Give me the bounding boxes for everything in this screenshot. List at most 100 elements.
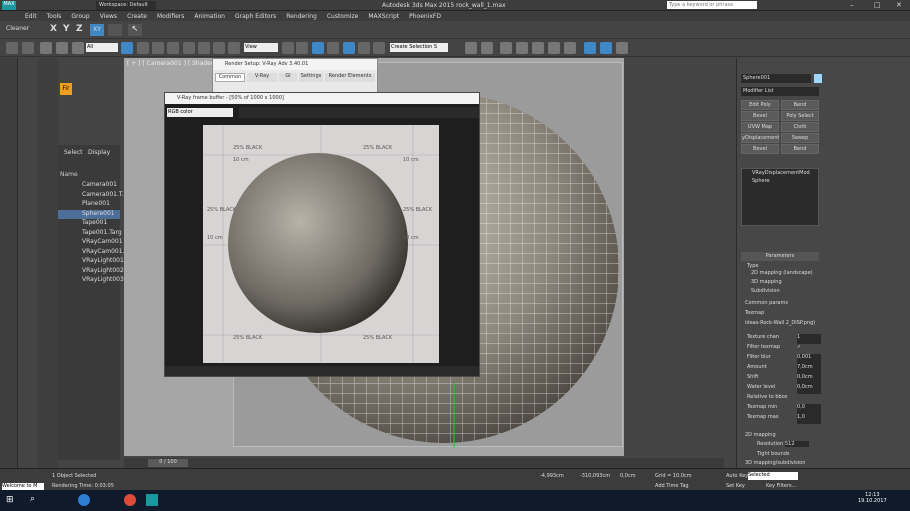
percent-snap-icon[interactable]: [358, 42, 370, 54]
menu-create[interactable]: Create: [122, 13, 152, 20]
app-logo[interactable]: MAX: [2, 1, 16, 10]
list-item[interactable]: Plane001: [58, 200, 120, 210]
modifier-button[interactable]: Bend: [781, 144, 819, 154]
list-item[interactable]: VRayCam001...: [58, 248, 128, 258]
auto-key-button[interactable]: Auto Key: [726, 473, 748, 479]
name-column-header[interactable]: Name: [60, 171, 78, 178]
y-coord[interactable]: -310,093cm: [580, 473, 610, 479]
menu-phoenixfd[interactable]: PhoenixFD: [404, 13, 446, 20]
param-value[interactable]: ✓: [797, 344, 821, 354]
axis-x-button[interactable]: X: [50, 24, 57, 34]
list-item[interactable]: Tape001: [58, 219, 120, 229]
type-option[interactable]: 3D mapping: [751, 279, 782, 285]
named-selection-dropdown[interactable]: Create Selection S: [390, 43, 448, 52]
param-value[interactable]: 0,0: [797, 404, 821, 414]
key-filters-button[interactable]: Key Filters...: [766, 483, 796, 489]
tab-gi[interactable]: GI: [279, 73, 297, 82]
ribbon-icon[interactable]: [516, 42, 528, 54]
resolution-value[interactable]: 512: [785, 441, 809, 447]
param-value[interactable]: 0,0cm: [797, 384, 821, 394]
modifier-button[interactable]: Sweep: [781, 133, 819, 143]
type-option[interactable]: 2D mapping (landscape): [751, 270, 813, 276]
param-value[interactable]: 7,0cm: [797, 364, 821, 374]
rendered-frame-icon[interactable]: [600, 42, 612, 54]
mirror-icon[interactable]: [465, 42, 477, 54]
bind-icon[interactable]: [72, 42, 84, 54]
vray-frame-buffer[interactable]: V-Ray frame buffer - [50% of 1000 x 1000…: [164, 92, 480, 377]
search-icon[interactable]: ⌕: [30, 494, 35, 504]
time-slider[interactable]: 0 / 100: [148, 459, 188, 467]
list-item[interactable]: Camera001: [58, 181, 120, 191]
modifier-button[interactable]: Bevel: [741, 111, 779, 121]
list-item-selected[interactable]: Sphere001: [58, 209, 120, 219]
param-value[interactable]: 1,0: [797, 414, 821, 424]
tab-common[interactable]: Common: [215, 73, 245, 82]
parameters-rollout[interactable]: Parameters: [741, 252, 819, 261]
render-teapot-icon[interactable]: [616, 42, 628, 54]
tab-settings[interactable]: Settings: [299, 73, 323, 82]
undo-icon[interactable]: [6, 42, 18, 54]
angle-snap-icon[interactable]: [343, 42, 355, 54]
rotate-icon[interactable]: [198, 42, 210, 54]
menu-modifiers[interactable]: Modifiers: [152, 13, 189, 20]
maximize-icon[interactable]: □: [874, 1, 881, 9]
3dsmax-taskbar-icon[interactable]: [146, 494, 158, 506]
param-value[interactable]: [797, 394, 821, 404]
windows-start-icon[interactable]: ⊞: [6, 495, 16, 505]
cursor-icon[interactable]: ↖: [128, 24, 142, 36]
list-item[interactable]: Tape001.Targ: [58, 229, 122, 239]
object-color-swatch[interactable]: [814, 74, 822, 83]
axis-z-button[interactable]: Z: [76, 24, 83, 34]
tab-vray[interactable]: V-Ray: [247, 73, 277, 82]
set-key-button[interactable]: Set Key: [726, 483, 745, 489]
list-item[interactable]: VRayLight001: [58, 257, 124, 267]
menu-customize[interactable]: Customize: [322, 13, 364, 20]
spinner-snap-icon[interactable]: [373, 42, 385, 54]
unlink-icon[interactable]: [56, 42, 68, 54]
pivot-icon[interactable]: [282, 42, 294, 54]
list-item[interactable]: VRayCam001: [58, 238, 123, 248]
snap-icon[interactable]: [327, 42, 339, 54]
render-setup-window[interactable]: Render Setup: V-Ray Adv 3.40.01 Common V…: [212, 58, 378, 94]
texmap-button[interactable]: ideas-Rock-Wall 2_DISP.png): [745, 320, 819, 326]
constraint-button[interactable]: [108, 24, 122, 36]
curve-editor-icon[interactable]: [532, 42, 544, 54]
list-item[interactable]: Camera001.T...: [58, 191, 128, 201]
tab-render-elements[interactable]: Render Elements: [325, 73, 375, 82]
place-icon[interactable]: [228, 42, 240, 54]
object-name-field[interactable]: Sphere001: [741, 74, 811, 83]
menu-tools[interactable]: Tools: [42, 13, 67, 20]
phoenix-fd-icon[interactable]: Fir: [60, 83, 72, 95]
window-crossing-icon[interactable]: [167, 42, 179, 54]
modifier-button[interactable]: Bend: [781, 100, 819, 110]
scale-icon[interactable]: [213, 42, 225, 54]
select-by-name-icon[interactable]: [137, 42, 149, 54]
move-icon[interactable]: [183, 42, 195, 54]
modifier-button[interactable]: Bevel: [741, 144, 779, 154]
param-value[interactable]: 1: [797, 334, 821, 344]
list-item[interactable]: VRayLight003: [58, 276, 124, 286]
modifier-button[interactable]: Poly Select: [781, 111, 819, 121]
menu-group[interactable]: Group: [66, 13, 94, 20]
menu-animation[interactable]: Animation: [189, 13, 230, 20]
axis-xy-button[interactable]: XY: [90, 24, 104, 36]
stack-item[interactable]: Sphere: [742, 177, 818, 185]
viewport-label[interactable]: [ + ] [ Camera001 ] [ Shaded ]: [127, 60, 219, 67]
tab-select[interactable]: Select: [64, 149, 83, 156]
menu-graph-editors[interactable]: Graph Editors: [230, 13, 281, 20]
timeline[interactable]: 0 / 100: [124, 458, 724, 468]
rect-select-icon[interactable]: [152, 42, 164, 54]
cleaner-label[interactable]: Cleaner: [6, 25, 29, 32]
menu-maxscript[interactable]: MAXScript: [363, 13, 404, 20]
layer-manager-icon[interactable]: [500, 42, 512, 54]
param-value[interactable]: 0,001: [797, 354, 821, 364]
type-option[interactable]: Subdivision: [751, 288, 780, 294]
reference-coord-dropdown[interactable]: View: [244, 43, 278, 52]
modifier-button[interactable]: Edit Poly: [741, 100, 779, 110]
edge-icon[interactable]: [78, 494, 90, 506]
align-icon[interactable]: [481, 42, 493, 54]
add-time-tag[interactable]: Add Time Tag: [655, 483, 689, 489]
search-input[interactable]: Type a keyword or phrase: [667, 1, 757, 9]
link-icon[interactable]: [40, 42, 52, 54]
modifier-button[interactable]: UVW Map: [741, 122, 779, 132]
